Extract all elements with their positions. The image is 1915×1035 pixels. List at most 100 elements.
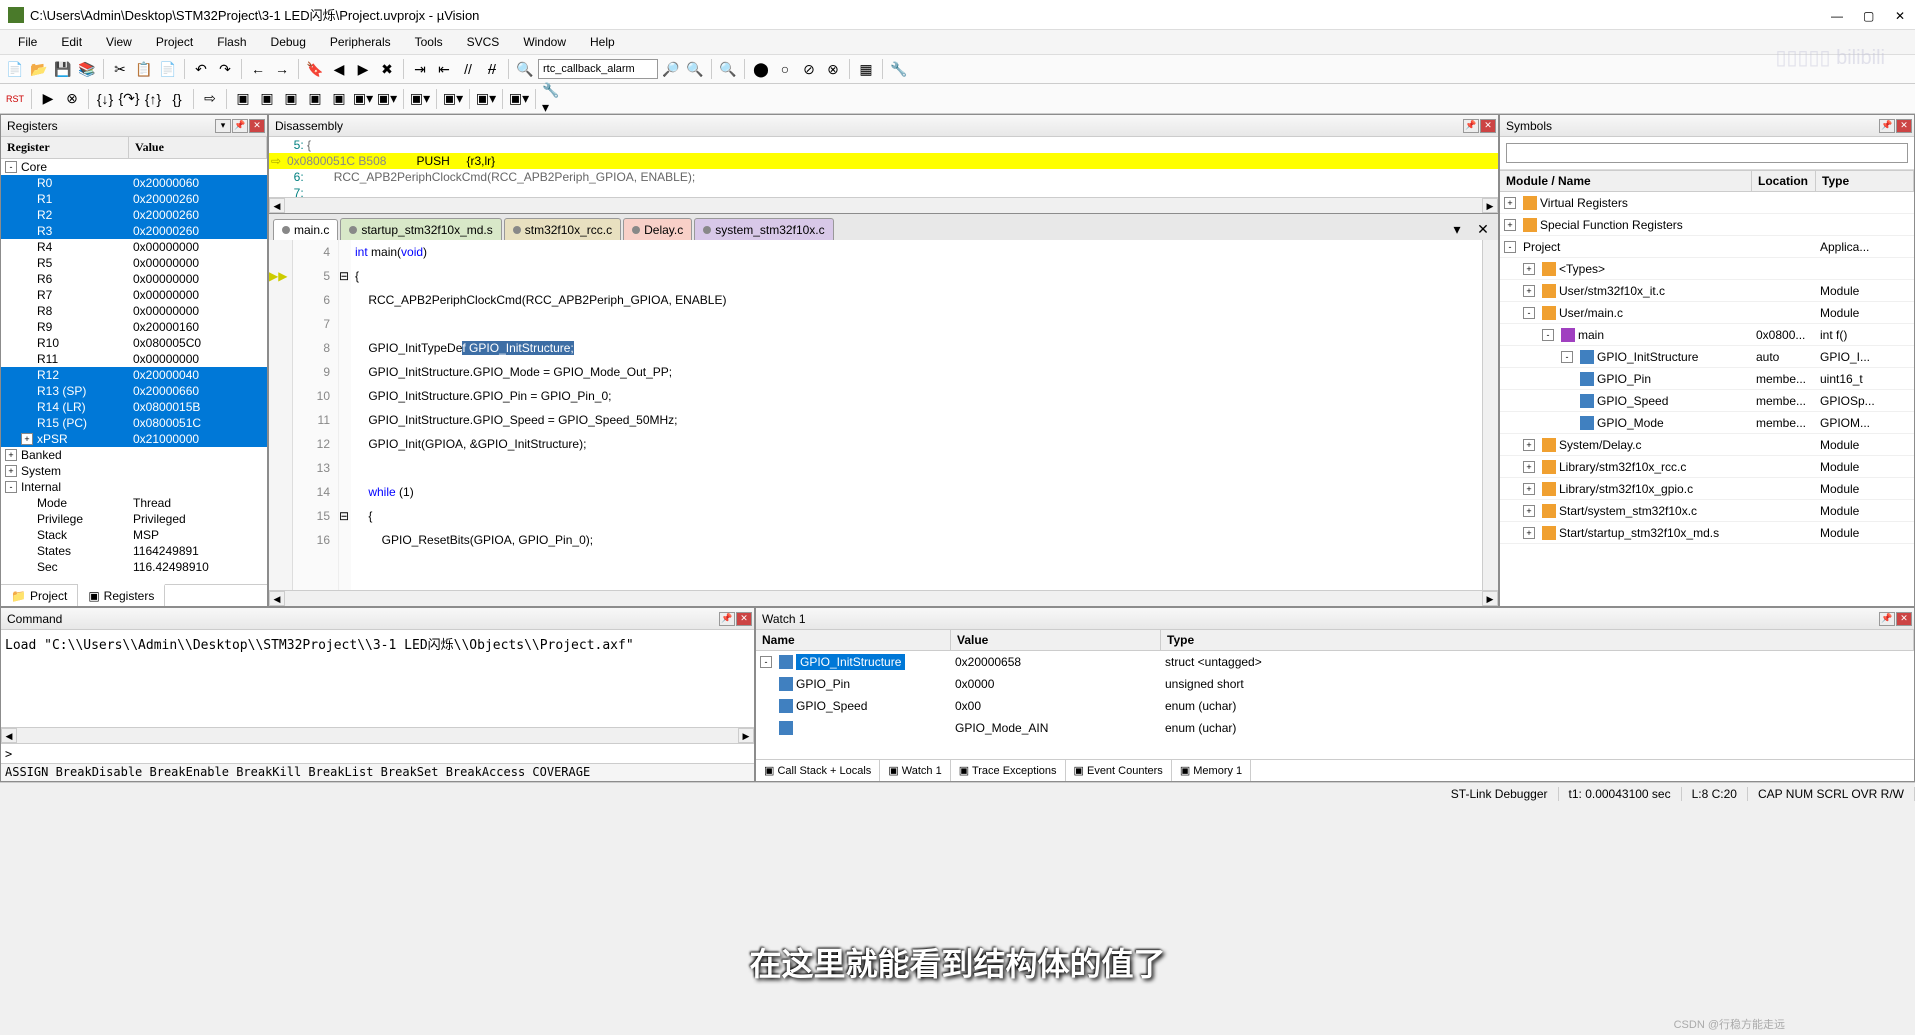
editor-tab[interactable]: stm32f10x_rcc.c — [504, 218, 621, 240]
editor-tab[interactable]: startup_stm32f10x_md.s — [340, 218, 501, 240]
project-tab[interactable]: 📁 Project — [1, 585, 78, 606]
pin-icon[interactable]: 📌 — [1879, 612, 1895, 626]
symbol-row[interactable]: +Library/stm32f10x_rcc.cModule — [1500, 456, 1914, 478]
pin-icon[interactable]: ▾ — [215, 119, 231, 133]
register-row[interactable]: StackMSP — [1, 527, 267, 543]
find-combo[interactable]: rtc_callback_alarm — [538, 59, 658, 79]
value-col-header[interactable]: Value — [129, 137, 267, 158]
memory-window-icon[interactable]: ▣▾ — [376, 88, 398, 110]
menu-flash[interactable]: Flash — [207, 32, 256, 52]
register-row[interactable]: R14 (LR)0x0800015B — [1, 399, 267, 415]
menu-view[interactable]: View — [96, 32, 142, 52]
symbol-row[interactable]: +Special Function Registers — [1500, 214, 1914, 236]
close-icon[interactable]: ✕ — [736, 612, 752, 626]
symbol-row[interactable]: -ProjectApplica... — [1500, 236, 1914, 258]
symbol-row[interactable]: +User/stm32f10x_it.cModule — [1500, 280, 1914, 302]
bookmark-prev-icon[interactable]: ◀ — [328, 58, 350, 80]
register-row[interactable]: ModeThread — [1, 495, 267, 511]
close-icon[interactable]: ✕ — [249, 119, 265, 133]
new-icon[interactable]: 📄 — [4, 58, 26, 80]
disassembly-window-icon[interactable]: ▣ — [256, 88, 278, 110]
watch-tree[interactable]: -GPIO_InitStructure0x20000658struct <unt… — [756, 651, 1914, 759]
register-row[interactable]: R30x20000260 — [1, 223, 267, 239]
menu-debug[interactable]: Debug — [261, 32, 316, 52]
watch-window-icon[interactable]: ▣▾ — [352, 88, 374, 110]
close-button[interactable]: ✕ — [1895, 9, 1907, 21]
menu-svcs[interactable]: SVCS — [457, 32, 510, 52]
register-row[interactable]: +Banked — [1, 447, 267, 463]
symbol-row[interactable]: -User/main.cModule — [1500, 302, 1914, 324]
symbols-window-icon[interactable]: ▣ — [280, 88, 302, 110]
nav-fwd-icon[interactable]: → — [271, 58, 293, 80]
symbol-row[interactable]: GPIO_Modemembe...GPIOM... — [1500, 412, 1914, 434]
step-over-icon[interactable]: {↷} — [118, 88, 140, 110]
pin-icon[interactable]: 📌 — [719, 612, 735, 626]
watch-tab[interactable]: ▣ Event Counters — [1066, 760, 1172, 781]
incremental-find-icon[interactable]: 🔍 — [684, 58, 706, 80]
cut-icon[interactable]: ✂ — [109, 58, 131, 80]
step-icon[interactable]: {↓} — [94, 88, 116, 110]
register-row[interactable]: R13 (SP)0x20000660 — [1, 383, 267, 399]
bookmark-next-icon[interactable]: ▶ — [352, 58, 374, 80]
register-row[interactable]: R15 (PC)0x0800051C — [1, 415, 267, 431]
tab-dropdown-icon[interactable]: ▾ — [1446, 218, 1468, 240]
breakpoint-enable-icon[interactable]: ○ — [774, 58, 796, 80]
symbol-row[interactable]: +<Types> — [1500, 258, 1914, 280]
symbol-row[interactable]: +Start/system_stm32f10x.cModule — [1500, 500, 1914, 522]
editor-tab[interactable]: main.c — [273, 219, 338, 241]
cmd-hscroll[interactable]: ◀▶ — [1, 727, 754, 743]
undo-icon[interactable]: ↶ — [190, 58, 212, 80]
uncomment-icon[interactable]: // — [481, 58, 503, 80]
command-output[interactable]: Load "C:\\Users\\Admin\\Desktop\\STM32Pr… — [1, 630, 754, 727]
symbol-row[interactable]: GPIO_Speedmembe...GPIOSp... — [1500, 390, 1914, 412]
menu-peripherals[interactable]: Peripherals — [320, 32, 401, 52]
copy-icon[interactable]: 📋 — [133, 58, 155, 80]
register-row[interactable]: -Core — [1, 159, 267, 175]
menu-window[interactable]: Window — [513, 32, 576, 52]
code-editor[interactable]: ▶▶ 45678910111213141516 ⊟⊟ int main(void… — [269, 240, 1498, 590]
reset-icon[interactable]: RST — [4, 88, 26, 110]
save-icon[interactable]: 💾 — [52, 58, 74, 80]
system-viewer-icon[interactable]: ▣▾ — [508, 88, 530, 110]
open-icon[interactable]: 📂 — [28, 58, 50, 80]
register-row[interactable]: R110x00000000 — [1, 351, 267, 367]
watch-row[interactable]: GPIO_Speed0x00enum (uchar) — [756, 695, 1914, 717]
redo-icon[interactable]: ↷ — [214, 58, 236, 80]
value-col-header[interactable]: Value — [951, 630, 1161, 650]
disassembly-view[interactable]: 5: {⇨0x0800051C B508 PUSH {r3,lr} 6: RCC… — [269, 137, 1498, 197]
find-icon[interactable]: 🔍 — [514, 58, 536, 80]
bookmark-icon[interactable]: 🔖 — [304, 58, 326, 80]
indent-icon[interactable]: ⇥ — [409, 58, 431, 80]
comment-icon[interactable]: // — [457, 58, 479, 80]
register-row[interactable]: Sec116.42498910 — [1, 559, 267, 575]
watch-row[interactable]: -GPIO_InitStructure0x20000658struct <unt… — [756, 651, 1914, 673]
symbol-row[interactable]: +System/Delay.cModule — [1500, 434, 1914, 456]
step-out-icon[interactable]: {↑} — [142, 88, 164, 110]
watch-row[interactable]: GPIO_Mode_AINenum (uchar) — [756, 717, 1914, 739]
register-row[interactable]: R100x080005C0 — [1, 335, 267, 351]
run-to-cursor-icon[interactable]: {} — [166, 88, 188, 110]
register-row[interactable]: +System — [1, 463, 267, 479]
register-col-header[interactable]: Register — [1, 137, 129, 158]
pin-icon[interactable]: 📌 — [1463, 119, 1479, 133]
registers-window-icon[interactable]: ▣ — [304, 88, 326, 110]
editor-hscroll[interactable]: ◀▶ — [269, 590, 1498, 606]
register-row[interactable]: R70x00000000 — [1, 287, 267, 303]
type-col-header[interactable]: Type — [1161, 630, 1914, 650]
symbol-row[interactable]: +Virtual Registers — [1500, 192, 1914, 214]
symbol-row[interactable]: +Start/startup_stm32f10x_md.sModule — [1500, 522, 1914, 544]
show-next-icon[interactable]: ⇨ — [199, 88, 221, 110]
breakpoint-insert-icon[interactable]: ⬤ — [750, 58, 772, 80]
editor-tab[interactable]: system_stm32f10x.c — [694, 218, 833, 240]
register-row[interactable]: +xPSR0x21000000 — [1, 431, 267, 447]
window-icon[interactable]: ▦ — [855, 58, 877, 80]
menu-help[interactable]: Help — [580, 32, 625, 52]
module-col-header[interactable]: Module / Name — [1500, 171, 1752, 191]
register-row[interactable]: R60x00000000 — [1, 271, 267, 287]
type-col-header[interactable]: Type — [1816, 171, 1914, 191]
registers-tab[interactable]: ▣ Registers — [78, 584, 165, 606]
registers-tree[interactable]: -CoreR00x20000060R10x20000260R20x2000026… — [1, 159, 267, 584]
call-stack-window-icon[interactable]: ▣ — [328, 88, 350, 110]
symbols-tree[interactable]: +Virtual Registers+Special Function Regi… — [1500, 192, 1914, 606]
menu-project[interactable]: Project — [146, 32, 203, 52]
